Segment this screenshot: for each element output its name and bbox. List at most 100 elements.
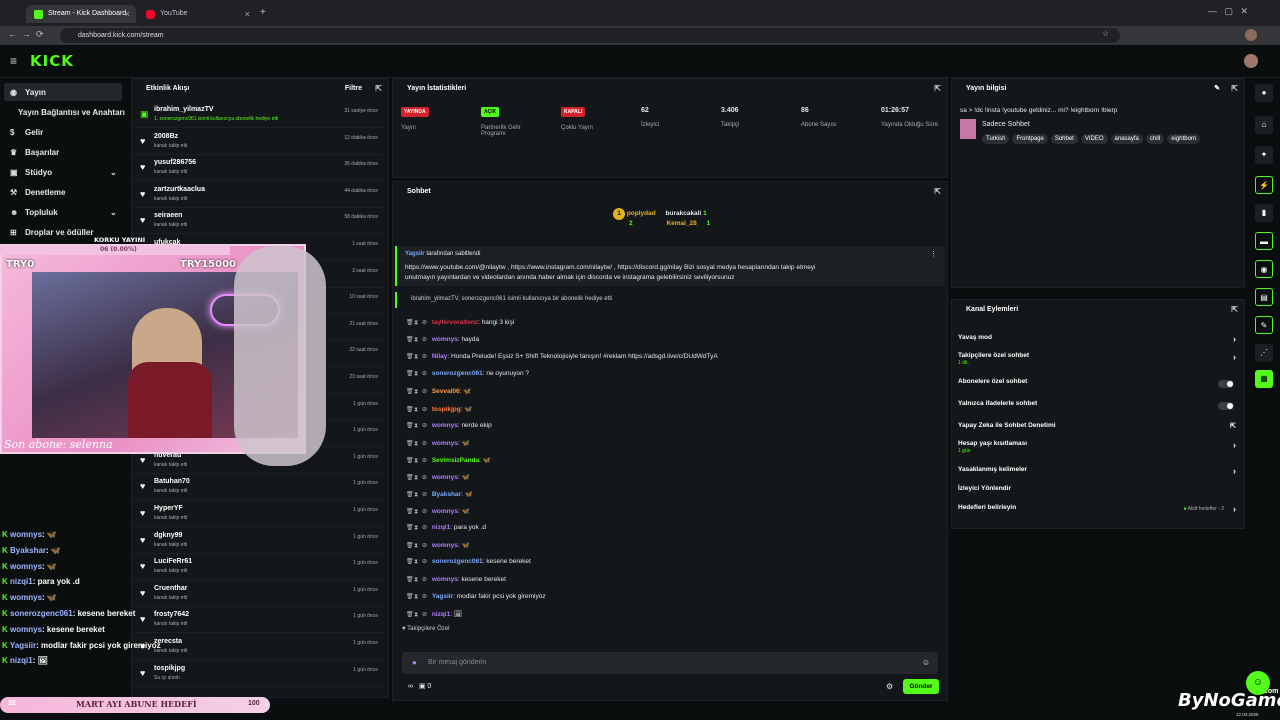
rail-bolt-icon[interactable]: ⚡ xyxy=(1255,176,1273,194)
rail-wrench-icon[interactable]: ✎ xyxy=(1255,316,1273,334)
activity-item[interactable]: ♥ Batuhan70 kanalı takip etti 1 gün önce xyxy=(132,474,382,501)
popout-icon[interactable]: ⇱ xyxy=(934,187,941,196)
chevron-right-icon[interactable]: › xyxy=(1233,352,1236,362)
activity-item[interactable]: ♥ zartzurtkaaclua kanalı takip etti 44 daki… xyxy=(132,182,382,208)
stream-tag[interactable]: Sohbet xyxy=(1050,134,1078,144)
timeout-icon[interactable]: ⧗ xyxy=(414,320,422,327)
mic-icon[interactable]: ● xyxy=(412,658,417,667)
trash-icon[interactable]: 🗑 xyxy=(406,457,414,464)
chevron-right-icon[interactable]: › xyxy=(1233,440,1236,450)
ban-icon[interactable]: ⊘ xyxy=(422,406,430,413)
popout-icon[interactable]: ⇱ xyxy=(1231,305,1238,314)
channel-action-item[interactable]: Takipçilere özel sohbet 1 dk. › xyxy=(952,350,1244,368)
channel-action-item[interactable]: Yavaş mod › xyxy=(952,332,1244,350)
trash-icon[interactable]: 🗑 xyxy=(406,336,414,343)
chat-username[interactable]: sonerozgenc061 xyxy=(432,370,483,377)
activity-user[interactable]: yusuf286756 xyxy=(154,159,196,166)
activity-user[interactable]: tospikjpg xyxy=(154,665,185,672)
channel-action-item[interactable]: Yalnızca ifadelerle sohbet xyxy=(952,398,1244,416)
timeout-icon[interactable]: ⧗ xyxy=(414,594,422,601)
toggle-switch[interactable] xyxy=(1218,402,1234,410)
activity-item[interactable]: ♥ dgkny99 kanalı takip etti 1 gün önce xyxy=(132,528,382,554)
popout-icon[interactable]: ⇱ xyxy=(1231,84,1238,93)
chat-username[interactable]: sonerozgenc061 xyxy=(432,558,483,565)
window-controls[interactable]: — ▢ ✕ xyxy=(1208,6,1248,17)
timeout-icon[interactable]: ⧗ xyxy=(414,475,422,482)
channel-action-item[interactable]: İzleyici Yönlendir xyxy=(952,483,1244,501)
sidebar-item-studyo[interactable]: ▣ Stüdyo ⌄ xyxy=(10,168,117,177)
popout-icon[interactable]: ⇱ xyxy=(934,84,941,93)
ban-icon[interactable]: ⊘ xyxy=(422,508,430,515)
send-button[interactable]: Gönder xyxy=(903,679,939,694)
trash-icon[interactable]: 🗑 xyxy=(406,353,414,360)
ban-icon[interactable]: ⊘ xyxy=(422,422,430,429)
activity-user[interactable]: Cruenthar xyxy=(154,585,187,592)
ban-icon[interactable]: ⊘ xyxy=(422,440,430,447)
edit-icon[interactable]: ✎ xyxy=(1214,84,1220,92)
activity-user[interactable]: dgkny99 xyxy=(154,532,182,539)
chat-username[interactable]: nizqi1 xyxy=(432,611,450,618)
sidebar-item-gelir[interactable]: $ Gelir xyxy=(10,128,43,137)
pin-icon[interactable]: ⋮ xyxy=(930,250,937,258)
chat-username[interactable]: SevimsizPanda xyxy=(432,457,479,464)
sidebar-item-basarilar[interactable]: ♛ Başarılar xyxy=(10,148,59,157)
trash-icon[interactable]: 🗑 xyxy=(406,474,414,481)
trash-icon[interactable]: 🗑 xyxy=(406,422,414,429)
chat-username[interactable]: womnys xyxy=(432,336,458,343)
ban-icon[interactable]: ⊘ xyxy=(422,491,430,498)
chat-input[interactable]: ● Bir mesaj gönderin ☺ xyxy=(402,652,938,674)
close-icon[interactable]: × xyxy=(125,9,130,19)
user-avatar[interactable] xyxy=(1244,54,1258,68)
ban-icon[interactable]: ⊘ xyxy=(422,457,430,464)
trash-icon[interactable]: 🗑 xyxy=(406,524,414,531)
filter-button[interactable]: Filtre xyxy=(345,85,362,92)
trash-icon[interactable]: 🗑 xyxy=(406,440,414,447)
trash-icon[interactable]: 🗑 xyxy=(406,508,414,515)
pinned-text[interactable]: https://www.youtube.com/@nilaytw , https… xyxy=(405,264,816,271)
sidebar-item-yayin[interactable]: ◉ Yayın xyxy=(10,88,46,97)
trash-icon[interactable]: 🗑 xyxy=(406,319,414,326)
activity-user[interactable]: ibrahim_yilmazTV xyxy=(154,106,214,113)
channel-action-item[interactable]: Abonelere özel sohbet xyxy=(952,376,1244,394)
trash-icon[interactable]: 🗑 xyxy=(406,558,414,565)
activity-item[interactable]: ▣ ibrahim_yilmazTV 1. sonerozgenc061 isiml… xyxy=(132,102,382,128)
timeout-icon[interactable]: ⧗ xyxy=(414,612,422,619)
chevron-right-icon[interactable]: › xyxy=(1233,334,1236,344)
activity-item[interactable]: ♥ LuciFeRr61 kanalı takip etti 1 gün önce xyxy=(132,554,382,581)
rail-card-icon[interactable]: ▮ xyxy=(1255,204,1273,222)
stream-tag[interactable]: eightborn xyxy=(1167,134,1201,144)
chat-username[interactable]: Nilay xyxy=(432,353,448,360)
activity-user[interactable]: 2008Bz xyxy=(154,133,178,140)
toggle-switch[interactable] xyxy=(1218,380,1234,388)
timeout-icon[interactable]: ⧗ xyxy=(414,492,422,499)
chat-username[interactable]: womnys xyxy=(432,440,458,447)
activity-item[interactable]: ♥ HyperYF kanalı takip etti 1 gün önce xyxy=(132,501,382,527)
sidebar-item-key[interactable]: Yayın Bağlantısı ve Anahtarı xyxy=(18,108,125,117)
chat-bubble-icon[interactable]: ☺ xyxy=(1246,671,1270,695)
settings-icon[interactable]: ⚙ xyxy=(886,682,893,691)
activity-item[interactable]: ♥ frosty7642 kanalı takip etti 1 gün önce xyxy=(132,607,382,634)
trash-icon[interactable]: 🗑 xyxy=(406,406,414,413)
chat-username[interactable]: womnys xyxy=(432,542,458,549)
stream-tag[interactable]: chill xyxy=(1145,134,1165,144)
chat-username[interactable]: womnys xyxy=(432,508,458,515)
chat-username[interactable]: Sevval06 xyxy=(432,388,460,395)
ban-icon[interactable]: ⊘ xyxy=(422,388,430,395)
trash-icon[interactable]: 🗑 xyxy=(406,370,414,377)
chevron-right-icon[interactable]: › xyxy=(1233,466,1236,476)
channel-action-item[interactable]: Yapay Zeka ile Sohbet Denetimi ⇱ xyxy=(952,420,1244,438)
timeout-icon[interactable]: ⧗ xyxy=(414,577,422,584)
timeout-icon[interactable]: ⧗ xyxy=(414,337,422,344)
stream-tag[interactable]: anasayfa xyxy=(1110,134,1143,144)
activity-user[interactable]: frosty7642 xyxy=(154,611,189,618)
ban-icon[interactable]: ⊘ xyxy=(422,593,430,600)
tab-kick-dashboard[interactable]: Stream - Kick Dashboard × xyxy=(26,5,136,23)
star-icon[interactable]: ☆ xyxy=(1102,29,1109,38)
timeout-icon[interactable]: ⧗ xyxy=(414,441,422,448)
chat-username[interactable]: Yagsiir xyxy=(432,593,453,600)
timeout-icon[interactable]: ⧗ xyxy=(414,525,422,532)
activity-user[interactable]: HyperYF xyxy=(154,505,183,512)
chat-username[interactable]: womnys xyxy=(432,474,458,481)
activity-user[interactable]: LuciFeRr61 xyxy=(154,558,192,565)
ban-icon[interactable]: ⊘ xyxy=(422,558,430,565)
